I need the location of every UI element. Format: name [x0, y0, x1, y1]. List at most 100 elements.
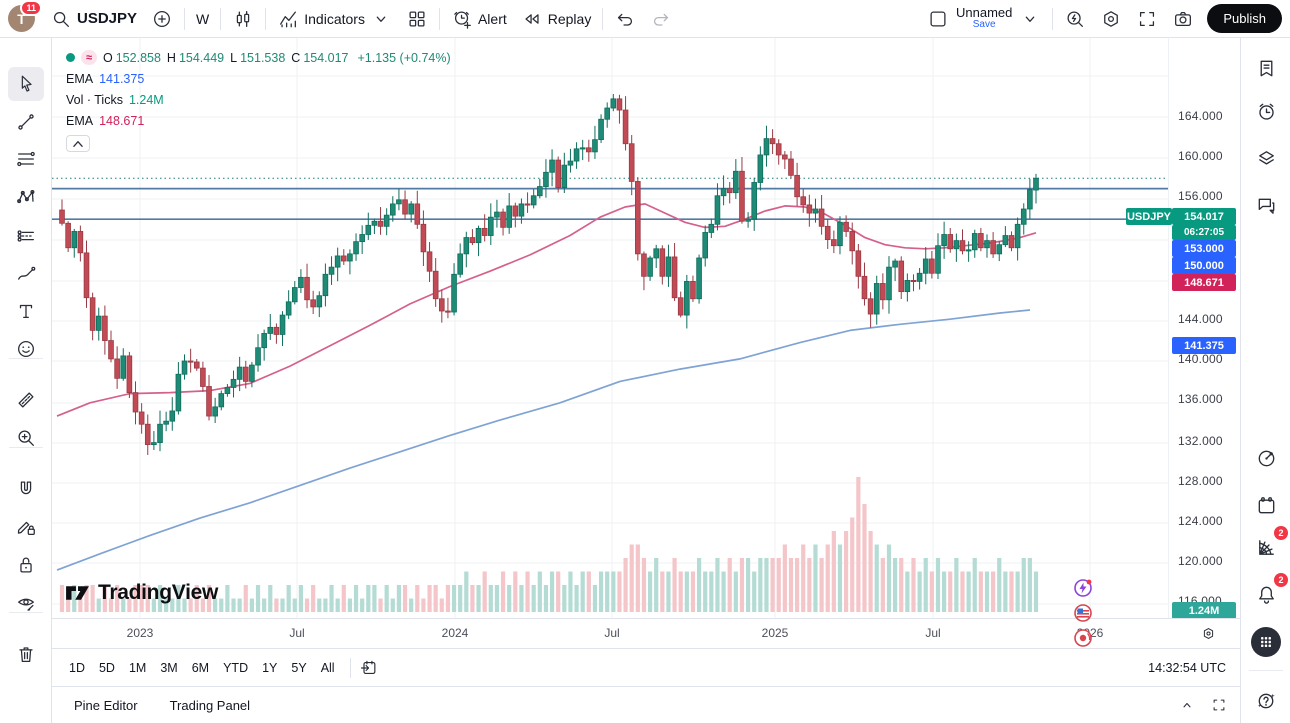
replay-button[interactable]: Replay [514, 4, 599, 34]
chart-settings-button[interactable] [1093, 4, 1129, 34]
legend-indicators: EMA141.375 Vol · Ticks1.24M EMA148.671 [66, 72, 457, 128]
symbol-search-button[interactable]: USDJPY [43, 4, 144, 34]
legend-indicator-row[interactable]: Vol · Ticks1.24M [66, 93, 457, 107]
badge-count: 2 [1274, 526, 1288, 540]
chart-region: TradingView ≈ O152.858H154.449L151.538C1… [52, 38, 1240, 723]
tool-text-tool[interactable] [8, 294, 44, 328]
toolbar-divider [9, 612, 43, 613]
sidebar-help[interactable] [1248, 682, 1284, 718]
sidebar-watchlist[interactable] [1248, 50, 1284, 86]
badge-count: 2 [1274, 573, 1288, 587]
tool-magnet[interactable] [8, 472, 44, 506]
layout-name-group[interactable]: Unnamed Save [956, 6, 1012, 30]
sidebar-screener-target[interactable] [1248, 440, 1284, 476]
projection-icon [15, 225, 37, 247]
price-tick: 136.000 [1178, 392, 1223, 406]
time-axis[interactable]: 2023Jul2024Jul2025Jul2026 [52, 618, 1240, 648]
range-ytd[interactable]: YTD [216, 657, 255, 679]
chart-style-button[interactable] [225, 4, 261, 34]
legend-indicator-row[interactable]: EMA141.375 [66, 72, 457, 86]
interval-button[interactable]: W [189, 4, 216, 34]
fullscreen-button[interactable] [1129, 4, 1165, 34]
magnet-icon [15, 478, 37, 500]
price-label-chip: 06:27:05 [1172, 225, 1236, 240]
redo-button[interactable] [643, 4, 679, 34]
legend-collapse-button[interactable] [66, 135, 90, 152]
sidebar-notifications-bell[interactable]: 2 [1248, 576, 1284, 612]
zoom-in-icon [15, 427, 37, 449]
clock-utc[interactable]: 14:32:54 UTC [1148, 661, 1230, 675]
price-tick: 132.000 [1178, 434, 1223, 448]
panel-expand-chevron-icon[interactable] [1178, 696, 1196, 714]
trend-line-icon [15, 111, 37, 133]
range-all[interactable]: All [314, 657, 342, 679]
indicator-value: 148.671 [99, 114, 144, 128]
sidebar-object-tree[interactable] [1248, 140, 1284, 176]
compare-add-button[interactable] [144, 4, 180, 34]
user-avatar[interactable]: T 11 [8, 5, 35, 32]
tool-emoji[interactable] [8, 332, 44, 366]
sidebar-alerts-clock[interactable] [1248, 93, 1284, 129]
undo-button[interactable] [607, 4, 643, 34]
sidebar-apps-grid[interactable] [1251, 627, 1281, 657]
screener-target-icon [1255, 447, 1278, 470]
flash-event-icon[interactable] [1073, 578, 1093, 598]
range-5y[interactable]: 5Y [284, 657, 313, 679]
axis-settings-gear-icon[interactable] [1200, 625, 1217, 642]
flag-event-icon[interactable] [1073, 603, 1093, 623]
range-5d[interactable]: 5D [92, 657, 122, 679]
tab-trading-panel[interactable]: Trading Panel [160, 692, 260, 719]
range-1d[interactable]: 1D [62, 657, 92, 679]
sidebar-chat[interactable] [1248, 187, 1284, 223]
chevron-down-icon [370, 8, 392, 30]
symbol-price-chip: USDJPY [1126, 208, 1172, 225]
price-label-chip: 141.375 [1172, 337, 1236, 354]
range-1y[interactable]: 1Y [255, 657, 284, 679]
toolbar-separator [439, 8, 440, 30]
sidebar-news-web[interactable]: 2 [1248, 529, 1284, 565]
legend-indicator-row[interactable]: EMA148.671 [66, 114, 457, 128]
tool-brush[interactable] [8, 257, 44, 291]
range-6m[interactable]: 6M [185, 657, 216, 679]
tool-fib-retracement[interactable] [8, 142, 44, 176]
tab-pine-editor[interactable]: Pine Editor [64, 692, 148, 719]
market-status-dot-icon [66, 53, 75, 62]
tool-cursor[interactable] [8, 67, 44, 101]
indicator-title: Vol · Ticks [66, 93, 123, 107]
range-3m[interactable]: 3M [153, 657, 184, 679]
create-alert-button[interactable]: Alert [444, 4, 514, 34]
tool-drawing-edit[interactable] [8, 510, 44, 544]
price-axis[interactable]: 164.000160.000156.000144.000140.000136.0… [1168, 38, 1240, 618]
publish-button[interactable]: Publish [1207, 4, 1282, 33]
tool-remove-objects[interactable] [8, 637, 44, 671]
tool-trend-line[interactable] [8, 105, 44, 139]
legend-main-row[interactable]: ≈ O152.858H154.449L151.538C154.017+1.135… [66, 50, 457, 65]
indicator-templates-button[interactable] [399, 4, 435, 34]
tool-zoom-in[interactable] [8, 421, 44, 455]
tool-xabcd-pattern[interactable] [8, 180, 44, 214]
earnings-event-icon[interactable] [1073, 628, 1093, 648]
search-icon [50, 8, 72, 30]
tool-lock[interactable] [8, 548, 44, 582]
tool-hide-drawings[interactable] [8, 586, 44, 620]
tool-projection[interactable] [8, 219, 44, 253]
snapshot-button[interactable] [1165, 4, 1201, 34]
indicators-icon [277, 8, 299, 30]
save-link[interactable]: Save [973, 20, 996, 31]
go-to-date-icon[interactable] [359, 658, 379, 678]
news-web-icon [1255, 536, 1278, 559]
quick-search-button[interactable] [1057, 4, 1093, 34]
time-tick: 2024 [442, 626, 469, 640]
drawing-edit-icon [15, 516, 37, 538]
layout-select-button[interactable] [920, 4, 956, 34]
chat-icon [1255, 194, 1278, 217]
indicator-value: 141.375 [99, 72, 144, 86]
layout-menu-button[interactable] [1012, 4, 1048, 34]
panel-maximize-icon[interactable] [1210, 696, 1228, 714]
time-tick: Jul [604, 626, 619, 640]
tool-ruler[interactable] [8, 383, 44, 417]
range-1m[interactable]: 1M [122, 657, 153, 679]
indicators-button[interactable]: Indicators [270, 4, 399, 34]
sidebar-calendar[interactable] [1248, 487, 1284, 523]
remove-objects-icon [15, 643, 37, 665]
